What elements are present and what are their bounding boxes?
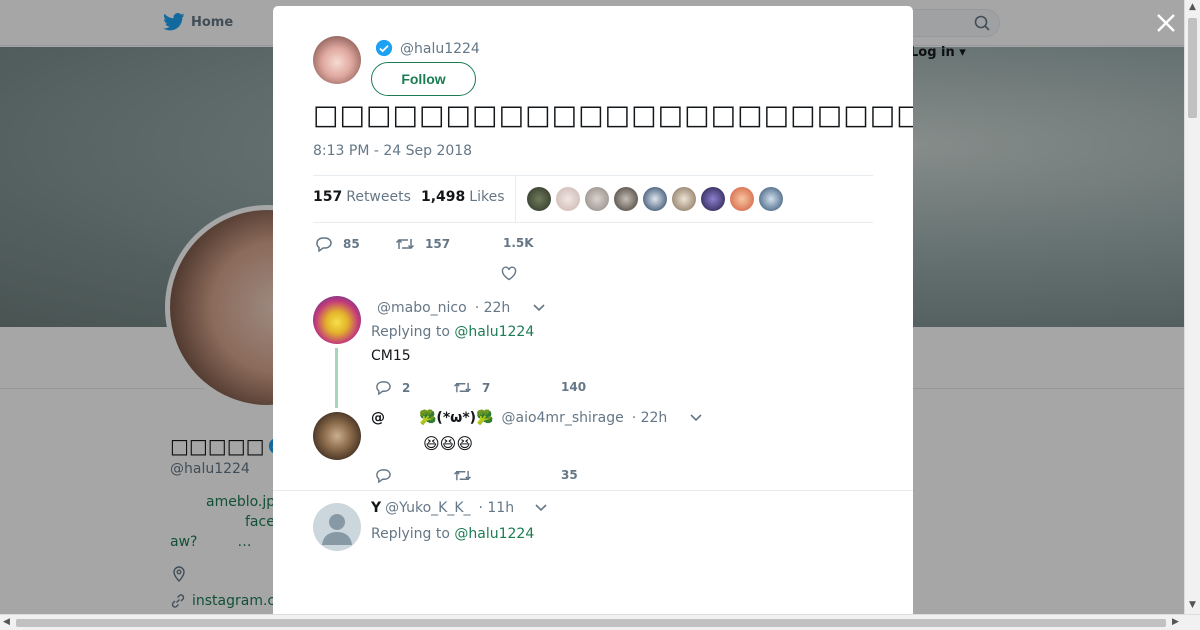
- default-avatar[interactable]: [313, 503, 361, 551]
- retweet-count: 157: [425, 237, 451, 251]
- liker-avatar[interactable]: [585, 187, 609, 211]
- reply-count: 2: [402, 380, 411, 395]
- replying-to-handle[interactable]: @halu1224: [454, 324, 534, 340]
- retweet-action[interactable]: 7: [453, 380, 490, 395]
- retweet-icon: [395, 238, 415, 250]
- reply-count: 85: [343, 237, 360, 251]
- scroll-left-icon[interactable]: ◀: [3, 617, 10, 627]
- reply-item[interactable]: @ 🥦(*ω*)🥦 @aio4mr_shirage · 22h 😆😆😆 35: [273, 406, 913, 490]
- reply-header: @ 🥦(*ω*)🥦 @aio4mr_shirage · 22h: [371, 410, 703, 426]
- chevron-down-icon[interactable]: [534, 503, 548, 513]
- reply-actions: 2 7 140: [371, 380, 611, 402]
- follow-button[interactable]: Follow: [371, 62, 476, 96]
- reply-display-name[interactable]: Y: [371, 500, 381, 516]
- retweets-count: 157: [313, 189, 343, 205]
- tweet-actions: 85 157 1.5K: [313, 234, 613, 284]
- like-count: 140: [561, 380, 587, 394]
- horizontal-scroll-thumb[interactable]: [16, 619, 1166, 627]
- chevron-down-icon[interactable]: [532, 303, 546, 313]
- close-icon[interactable]: [1154, 12, 1178, 36]
- tweet-text: □□□□□□□□□□□□□□□□□□□□□□□□□□□□□□□□□□□□□□□□…: [313, 100, 913, 131]
- reply-action[interactable]: 2: [375, 380, 410, 395]
- thread-line: [335, 348, 338, 408]
- like-count: 1.5K: [503, 236, 534, 250]
- reply-icon: [316, 237, 332, 252]
- reply-header: Y @Yuko_K_K_ · 11h: [371, 500, 548, 516]
- tweet-author-handle[interactable]: @halu1224: [400, 41, 480, 57]
- vertical-scrollbar[interactable]: ▲ ▼: [1184, 0, 1200, 614]
- retweet-icon: [454, 470, 471, 481]
- reply-time[interactable]: · 22h: [475, 300, 511, 316]
- horizontal-scrollbar[interactable]: ◀ ▶: [0, 614, 1200, 630]
- scroll-up-icon[interactable]: ▲: [1189, 2, 1196, 12]
- retweet-action[interactable]: 157: [395, 236, 450, 252]
- reply-text: CM15: [371, 348, 411, 364]
- reply-time[interactable]: · 11h: [479, 500, 515, 516]
- reply-icon: [376, 469, 391, 483]
- retweets-stat[interactable]: 157 Retweets: [313, 189, 411, 205]
- reply-avatar[interactable]: [313, 412, 361, 460]
- heart-icon[interactable]: [501, 266, 517, 281]
- reply-text: 😆😆😆: [423, 434, 474, 453]
- likes-count: 1,498: [421, 189, 466, 205]
- tweet-modal: @halu1224 Follow □□□□□□□□□□□□□□□□□□□□□□□…: [273, 6, 913, 614]
- retweets-label: Retweets: [346, 189, 411, 205]
- reply-display-name[interactable]: @: [371, 410, 385, 426]
- liker-avatar[interactable]: [730, 187, 754, 211]
- retweet-action[interactable]: [453, 468, 472, 483]
- like-count: 35: [561, 468, 578, 482]
- reply-action[interactable]: 85: [315, 236, 360, 252]
- reply-time[interactable]: · 22h: [632, 410, 668, 426]
- liker-avatar[interactable]: [614, 187, 638, 211]
- likes-label: Likes: [469, 189, 505, 205]
- scroll-down-icon[interactable]: ▼: [1189, 600, 1196, 610]
- reply-handle[interactable]: @Yuko_K_K_: [385, 500, 470, 516]
- liker-avatar[interactable]: [643, 187, 667, 211]
- replying-prefix: Replying to: [371, 526, 450, 542]
- replying-to-handle[interactable]: @halu1224: [454, 526, 534, 542]
- reply-avatar[interactable]: [313, 296, 361, 344]
- replying-prefix: Replying to: [371, 324, 450, 340]
- reply-action[interactable]: [375, 468, 392, 483]
- retweet-count: 7: [482, 380, 491, 395]
- reply-item[interactable]: Y @Yuko_K_K_ · 11h Replying to @halu1224: [273, 498, 913, 568]
- reply-display-name-suffix[interactable]: 🥦(*ω*)🥦: [419, 410, 493, 426]
- verified-badge-icon: [375, 39, 393, 57]
- likes-stat[interactable]: 1,498 Likes: [421, 189, 505, 205]
- tweet-timestamp[interactable]: 8:13 PM - 24 Sep 2018: [313, 143, 472, 159]
- replying-to: Replying to @halu1224: [371, 526, 534, 542]
- liker-avatar[interactable]: [672, 187, 696, 211]
- reply-item[interactable]: @mabo_nico · 22h Replying to @halu1224 C…: [273, 292, 913, 408]
- liker-avatars: [527, 187, 783, 211]
- replying-to: Replying to @halu1224: [371, 324, 534, 340]
- like-action[interactable]: 35: [561, 468, 578, 482]
- reply-header: @mabo_nico · 22h: [371, 300, 546, 316]
- like-action[interactable]: 140: [561, 380, 586, 394]
- reply-handle[interactable]: @mabo_nico: [377, 300, 467, 316]
- reply-actions: 35: [371, 468, 611, 490]
- liker-avatar[interactable]: [527, 187, 551, 211]
- scroll-right-icon[interactable]: ▶: [1172, 617, 1179, 627]
- vertical-scroll-thumb[interactable]: [1188, 18, 1197, 118]
- reply-divider: [273, 490, 913, 491]
- liker-avatar[interactable]: [759, 187, 783, 211]
- like-action[interactable]: 1.5K: [503, 236, 534, 250]
- default-profile-icon: [322, 514, 352, 545]
- reply-handle[interactable]: @aio4mr_shirage: [501, 410, 623, 426]
- tweet-author-avatar[interactable]: [313, 36, 361, 84]
- liker-avatar[interactable]: [556, 187, 580, 211]
- retweet-icon: [454, 382, 471, 393]
- stats-divider: [515, 176, 516, 222]
- reply-icon: [376, 381, 391, 395]
- tweet-stats: 157 Retweets 1,498 Likes: [313, 175, 873, 223]
- liker-avatar[interactable]: [701, 187, 725, 211]
- chevron-down-icon[interactable]: [689, 413, 703, 423]
